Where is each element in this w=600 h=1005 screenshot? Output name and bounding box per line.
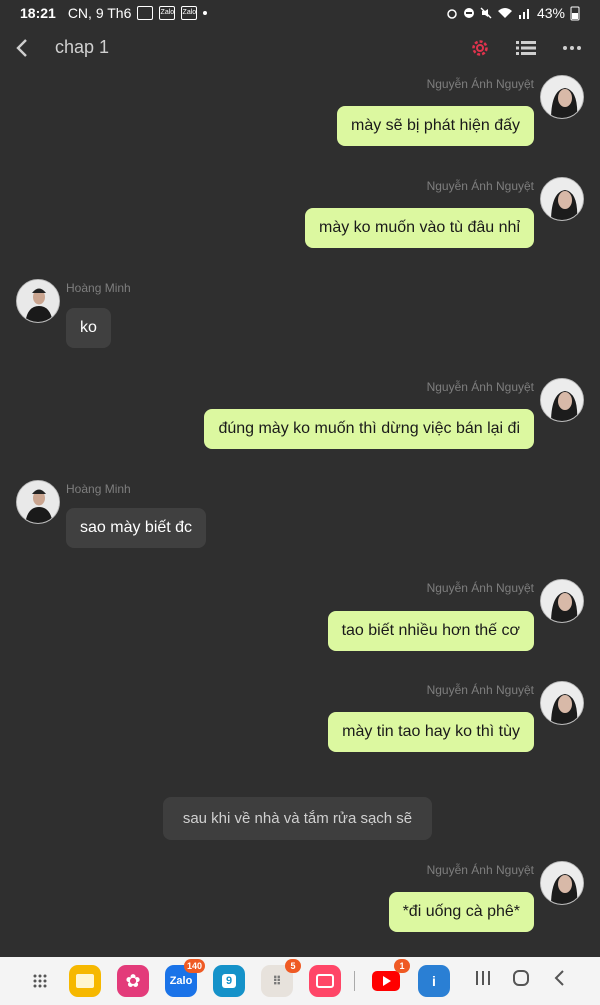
app-drawer-button[interactable] xyxy=(24,965,56,997)
alarm-icon xyxy=(447,9,457,19)
home-button[interactable] xyxy=(512,969,530,993)
sender-name: Hoàng Minh xyxy=(66,482,131,496)
zalo-icon: Zalo xyxy=(181,6,198,20)
zalo-icon: Zalo xyxy=(169,975,193,987)
notification-badge: 140 xyxy=(183,959,205,973)
avatar[interactable] xyxy=(540,177,584,221)
gear-icon xyxy=(472,40,488,56)
chevron-left-icon xyxy=(16,39,27,57)
avatar[interactable] xyxy=(540,378,584,422)
recent-apps-button[interactable] xyxy=(474,969,492,993)
avatar[interactable] xyxy=(16,279,60,323)
page-title: chap 1 xyxy=(55,37,110,57)
avatar[interactable] xyxy=(540,579,584,623)
do-not-disturb-icon xyxy=(463,8,474,18)
list-icon xyxy=(516,41,536,55)
date: CN, 9 Th6 xyxy=(67,5,132,21)
clock: 18:21 xyxy=(20,5,56,21)
wifi-icon xyxy=(497,8,512,18)
camera-icon xyxy=(316,974,334,988)
sender-name: Nguyễn Ánh Nguyệt xyxy=(426,581,534,595)
sender-name: Nguyễn Ánh Nguyệt xyxy=(426,77,534,91)
camera-app[interactable] xyxy=(309,965,341,997)
apps-folder-icon: ⠿ xyxy=(272,974,282,988)
sender-name: Nguyễn Ánh Nguyệt xyxy=(426,863,534,877)
back-button[interactable] xyxy=(6,32,38,64)
battery-level: 43% xyxy=(536,5,565,21)
apps-folder[interactable]: ⠿ 5 xyxy=(261,959,301,997)
list-button[interactable] xyxy=(510,32,542,64)
message-bubble[interactable]: mày tin tao hay ko thì tùy xyxy=(328,712,534,752)
youtube-app[interactable]: 1 xyxy=(370,959,410,997)
ibis-paint-icon: i xyxy=(432,973,436,989)
status-bar: 18:21 CN, 9 Th6 Zalo Zalo 43% xyxy=(0,0,600,26)
message-bubble[interactable]: sao mày biết đc xyxy=(66,508,207,548)
ibis-paint-app[interactable]: i xyxy=(418,965,450,997)
notification-badge: 5 xyxy=(285,959,301,973)
youtube-icon xyxy=(372,971,400,991)
more-horizontal-icon xyxy=(563,46,581,50)
signal-icon xyxy=(518,9,529,19)
sender-name: Nguyễn Ánh Nguyệt xyxy=(426,380,534,394)
avatar[interactable] xyxy=(540,861,584,905)
message-bubble[interactable]: tao biết nhiều hơn thế cơ xyxy=(327,611,534,651)
home-icon xyxy=(513,970,529,986)
app-bar: chap 1 xyxy=(0,26,600,70)
avatar[interactable] xyxy=(16,480,60,524)
calendar-icon: 9 xyxy=(221,974,237,988)
gallery-icon xyxy=(137,6,154,20)
more-button[interactable] xyxy=(556,32,588,64)
navigation-bar: ✿ Zalo 140 9 ⠿ 5 1 i xyxy=(0,957,600,1005)
zalo-icon: Zalo xyxy=(159,6,176,20)
message-bubble[interactable]: đúng mày ko muốn thì dừng việc bán lại đ… xyxy=(204,409,534,449)
zalo-app[interactable]: Zalo 140 xyxy=(165,959,205,997)
sender-name: Nguyễn Ánh Nguyệt xyxy=(426,179,534,193)
avatar[interactable] xyxy=(540,681,584,725)
message-bubble[interactable]: mày sẽ bị phát hiện đấy xyxy=(337,106,534,146)
chevron-left-icon xyxy=(554,970,564,986)
notification-badge: 1 xyxy=(394,959,410,973)
sender-name: Nguyễn Ánh Nguyệt xyxy=(426,683,534,697)
flower-icon: ✿ xyxy=(125,970,141,991)
sender-name: Hoàng Minh xyxy=(66,281,131,295)
mute-icon xyxy=(480,7,492,19)
nav-back-button[interactable] xyxy=(552,969,566,993)
grid-icon xyxy=(33,974,47,988)
narration-bubble[interactable]: sau khi về nhà và tắm rửa sạch sẽ xyxy=(163,797,432,840)
settings-button[interactable] xyxy=(464,32,496,64)
calendar-app[interactable]: 9 xyxy=(213,965,245,997)
recents-icon xyxy=(476,971,490,985)
message-bubble[interactable]: *đi uống cà phê* xyxy=(388,892,534,932)
avatar[interactable] xyxy=(540,75,584,119)
battery-icon xyxy=(570,6,580,21)
message-bubble[interactable]: mày ko muốn vào tù đâu nhỉ xyxy=(304,208,534,248)
more-notifications-icon xyxy=(203,11,208,15)
blossom-app[interactable]: ✿ xyxy=(117,965,149,997)
separator xyxy=(354,971,355,991)
message-bubble[interactable]: ko xyxy=(66,308,111,348)
folder-icon xyxy=(76,974,94,988)
files-app[interactable] xyxy=(69,965,101,997)
